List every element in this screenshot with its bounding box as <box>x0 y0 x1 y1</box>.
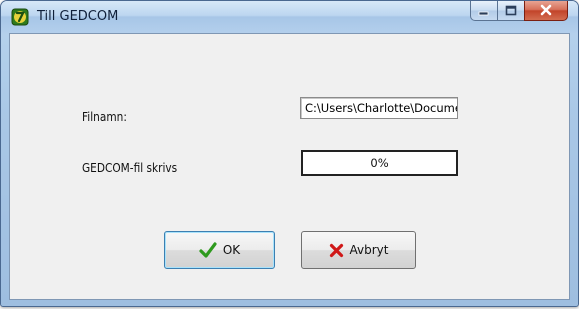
filename-field[interactable] <box>300 97 458 119</box>
close-icon <box>539 1 553 20</box>
maximize-icon <box>505 1 517 20</box>
cancel-button-label: Avbryt <box>349 243 389 257</box>
close-button[interactable] <box>524 1 568 21</box>
filename-label: Filnamn: <box>82 110 127 124</box>
dialog-window: Till GEDCOM Filnamn: GEDCOM-fil skrivs <box>0 0 579 307</box>
progress-percent: 0% <box>370 156 389 170</box>
title-bar[interactable]: Till GEDCOM <box>1 1 578 33</box>
ok-button-label: OK <box>222 243 241 257</box>
progress-bar: 0% <box>301 150 458 176</box>
ok-button[interactable]: OK <box>164 231 275 269</box>
dialog-body: Filnamn: GEDCOM-fil skrivs 0% OK Avbryt <box>9 33 570 300</box>
caption-buttons <box>470 1 568 21</box>
red-x-icon <box>329 243 344 258</box>
minimize-button[interactable] <box>470 1 497 21</box>
window-title: Till GEDCOM <box>37 9 119 24</box>
progress-label: GEDCOM-fil skrivs <box>82 161 178 175</box>
minimize-icon <box>478 1 490 20</box>
maximize-button[interactable] <box>497 1 524 21</box>
cancel-button[interactable]: Avbryt <box>301 231 416 269</box>
checkmark-icon <box>199 242 217 258</box>
app-icon[interactable] <box>11 8 29 26</box>
